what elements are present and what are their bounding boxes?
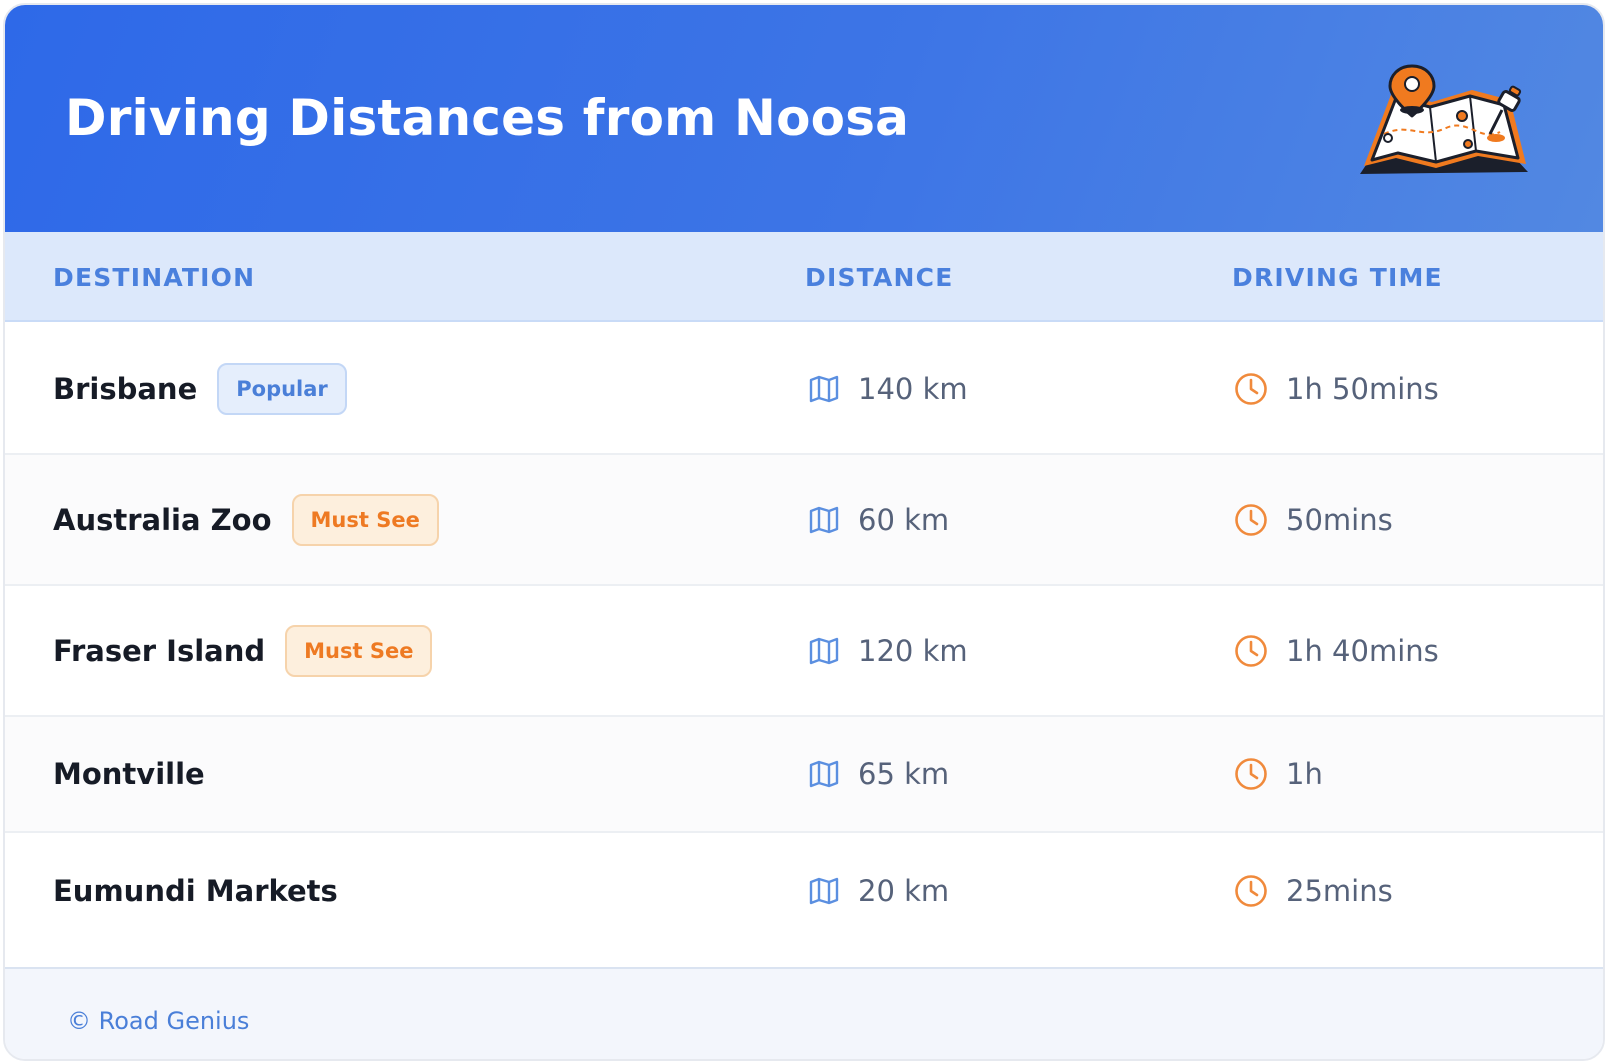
time-value: 1h: [1286, 757, 1323, 791]
time-cell: 50mins: [1234, 455, 1393, 584]
copyright-text: © Road Genius: [67, 1007, 250, 1035]
time-value: 1h 50mins: [1286, 371, 1439, 406]
clock-icon: [1234, 874, 1268, 908]
column-header-distance: DISTANCE: [805, 263, 954, 292]
distance-cell: 65 km: [808, 717, 949, 831]
table-row: Eumundi Markets 20 km 25mins: [5, 833, 1603, 949]
destination-cell: Montville: [53, 717, 205, 831]
map-icon: [808, 637, 840, 665]
map-icon: [808, 375, 840, 403]
table-body: Brisbane Popular 140 km 1h 50mins Austra…: [5, 324, 1603, 949]
clock-icon: [1234, 757, 1268, 791]
destination-name: Eumundi Markets: [53, 874, 338, 908]
distance-cell: 20 km: [808, 833, 949, 949]
map-pin-icon: [1360, 64, 1528, 174]
must-see-badge: Must See: [285, 624, 433, 677]
table-header: DESTINATION DISTANCE DRIVING TIME: [5, 232, 1603, 322]
destination-cell: Australia Zoo Must See: [53, 455, 439, 584]
distance-value: 20 km: [858, 874, 950, 908]
clock-icon: [1234, 634, 1268, 668]
distance-value: 140 km: [858, 371, 968, 406]
distance-cell: 60 km: [808, 455, 949, 584]
map-icon: [808, 506, 840, 534]
destination-name: Australia Zoo: [53, 502, 272, 537]
time-cell: 1h: [1234, 717, 1323, 831]
distance-value: 65 km: [858, 757, 950, 791]
column-header-destination: DESTINATION: [53, 263, 256, 292]
distance-cell: 120 km: [808, 586, 968, 715]
map-icon: [808, 760, 840, 788]
map-icon: [808, 877, 840, 905]
destination-name: Fraser Island: [53, 633, 266, 668]
clock-icon: [1234, 372, 1268, 406]
time-value: 1h 40mins: [1286, 633, 1439, 668]
destination-name: Brisbane: [53, 371, 198, 406]
must-see-badge: Must See: [291, 493, 439, 546]
distance-value: 120 km: [858, 633, 968, 668]
popular-badge: Popular: [217, 362, 347, 415]
time-cell: 1h 50mins: [1234, 324, 1439, 453]
distance-cell: 140 km: [808, 324, 968, 453]
card-header: Driving Distances from Noosa: [5, 5, 1603, 232]
distance-value: 60 km: [858, 502, 950, 537]
time-cell: 1h 40mins: [1234, 586, 1439, 715]
time-value: 25mins: [1286, 874, 1393, 908]
clock-icon: [1234, 503, 1268, 537]
destination-cell: Brisbane Popular: [53, 324, 347, 453]
distance-card: Driving Distances from Noosa DESTINATION…: [3, 3, 1605, 1061]
column-header-driving-time: DRIVING TIME: [1232, 263, 1443, 292]
table-row: Brisbane Popular 140 km 1h 50mins: [5, 324, 1603, 455]
table-row: Australia Zoo Must See 60 km 50mins: [5, 455, 1603, 586]
destination-cell: Fraser Island Must See: [53, 586, 433, 715]
destination-name: Montville: [53, 757, 205, 791]
destination-cell: Eumundi Markets: [53, 833, 338, 949]
table-row: Montville 65 km 1h: [5, 717, 1603, 833]
table-row: Fraser Island Must See 120 km 1h 40mins: [5, 586, 1603, 717]
time-value: 50mins: [1286, 502, 1393, 537]
time-cell: 25mins: [1234, 833, 1393, 949]
page-title: Driving Distances from Noosa: [65, 89, 910, 147]
card-footer: © Road Genius: [5, 967, 1603, 1059]
